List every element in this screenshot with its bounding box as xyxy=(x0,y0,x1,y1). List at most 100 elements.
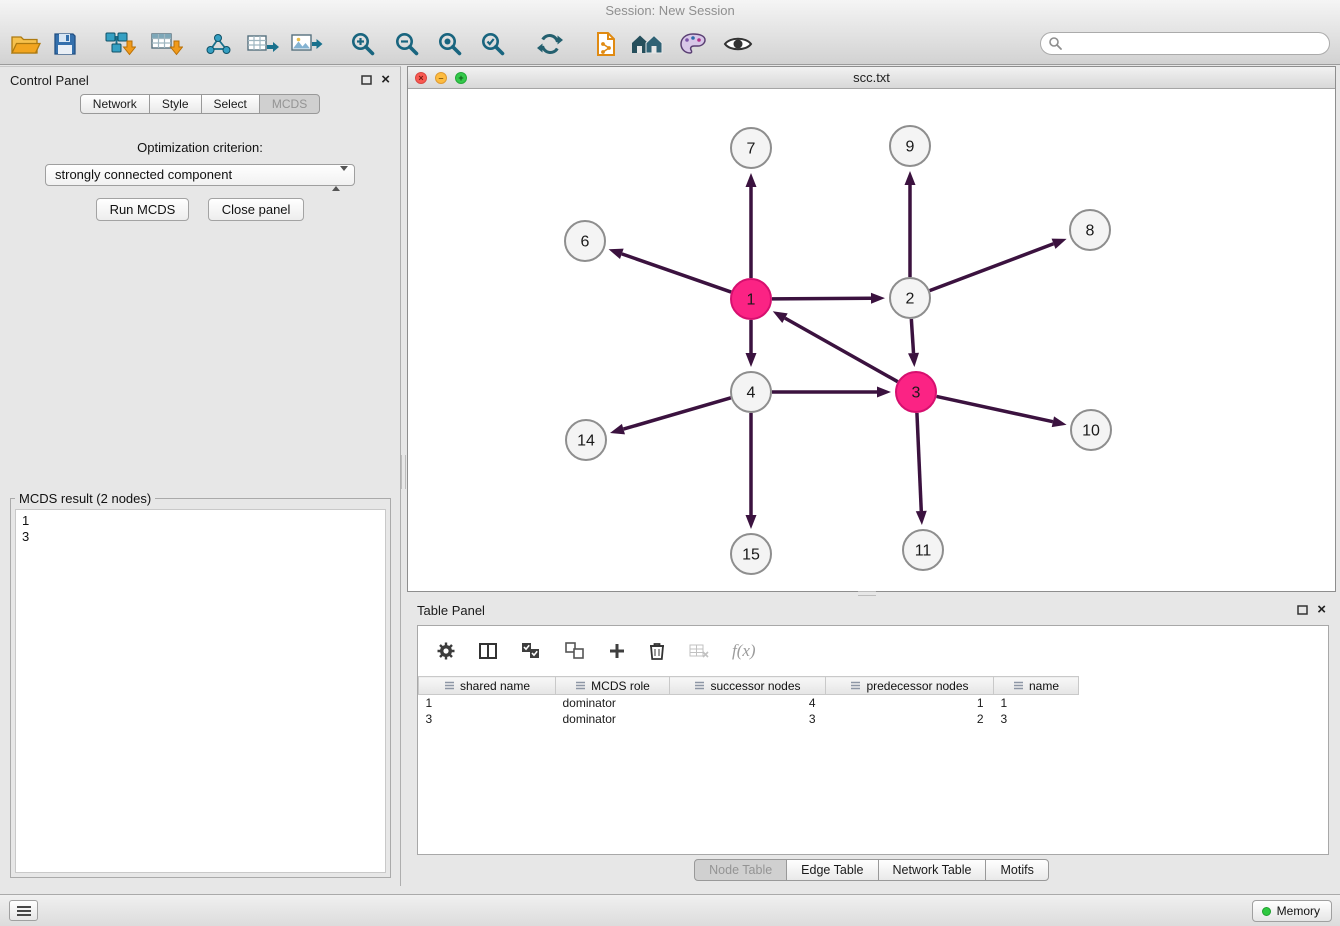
home-button[interactable] xyxy=(629,28,665,60)
tab-network[interactable]: Network xyxy=(80,94,150,114)
mcds-result-list[interactable]: 13 xyxy=(15,509,386,873)
graph-node-3[interactable]: 3 xyxy=(896,372,936,412)
network-graph[interactable]: 7 9 6 8 1 2 4 3 14 10 15 11 xyxy=(408,90,1335,592)
table-row[interactable]: 1dominator411 xyxy=(419,695,1079,711)
criterion-dropdown[interactable]: strongly connected component xyxy=(45,164,355,186)
graph-edge-3-1[interactable] xyxy=(773,311,898,381)
vertical-splitter-grip[interactable] xyxy=(401,455,406,489)
graph-node-2[interactable]: 2 xyxy=(890,278,930,318)
zoom-window-icon[interactable]: + xyxy=(455,72,467,84)
table-tab-node-table[interactable]: Node Table xyxy=(694,859,787,881)
zoom-out-button[interactable] xyxy=(389,28,425,60)
cell-shared_name[interactable]: 1 xyxy=(419,695,556,711)
cell-successor_nodes[interactable]: 3 xyxy=(670,711,826,727)
close-panel-icon[interactable]: × xyxy=(1317,604,1326,616)
graph-node-6[interactable]: 6 xyxy=(565,221,605,261)
zoom-fit-button[interactable] xyxy=(432,28,468,60)
export-table-button[interactable] xyxy=(244,28,280,60)
search-input[interactable] xyxy=(1068,34,1329,53)
cell-predecessor_nodes[interactable]: 1 xyxy=(826,695,994,711)
cell-mcds_role[interactable]: dominator xyxy=(556,695,670,711)
network-window-titlebar[interactable]: × – + scc.txt xyxy=(408,67,1335,89)
graph-node-7[interactable]: 7 xyxy=(731,128,771,168)
svg-text:11: 11 xyxy=(915,543,932,560)
column-header-successor_nodes[interactable]: successor nodes xyxy=(670,677,826,695)
graph-edge-2-8[interactable] xyxy=(930,239,1067,291)
close-panel-icon[interactable]: × xyxy=(381,74,390,86)
close-panel-button[interactable]: Close panel xyxy=(208,198,305,221)
cell-name[interactable]: 3 xyxy=(994,711,1079,727)
column-header-predecessor_nodes[interactable]: predecessor nodes xyxy=(826,677,994,695)
minimize-window-icon[interactable]: – xyxy=(435,72,447,84)
memory-status-icon xyxy=(1262,907,1271,916)
column-header-shared_name[interactable]: shared name xyxy=(419,677,556,695)
zoom-in-button[interactable] xyxy=(345,28,381,60)
control-panel-tabs: NetworkStyleSelectMCDS xyxy=(0,94,400,114)
style-palette-button[interactable] xyxy=(675,28,711,60)
show-task-history-button[interactable] xyxy=(9,900,38,921)
close-window-icon[interactable]: × xyxy=(415,72,427,84)
home-icon xyxy=(629,30,665,58)
tab-select[interactable]: Select xyxy=(201,94,260,114)
graph-node-11[interactable]: 11 xyxy=(903,530,943,570)
graph-node-10[interactable]: 10 xyxy=(1071,410,1111,450)
memory-button[interactable]: Memory xyxy=(1252,900,1332,922)
graph-edge-1-2[interactable] xyxy=(772,293,885,304)
graph-edge-2-3[interactable] xyxy=(908,319,919,367)
import-table-button[interactable] xyxy=(148,28,184,60)
graph-edge-2-9[interactable] xyxy=(905,171,916,277)
column-header-name[interactable]: name xyxy=(994,677,1079,695)
graph-node-4[interactable]: 4 xyxy=(731,372,771,412)
cell-name[interactable]: 1 xyxy=(994,695,1079,711)
zoom-out-icon xyxy=(392,30,422,58)
graph-node-9[interactable]: 9 xyxy=(890,126,930,166)
table-tab-motifs[interactable]: Motifs xyxy=(985,859,1048,881)
save-session-button[interactable] xyxy=(47,28,83,60)
graph-edge-1-7[interactable] xyxy=(746,173,757,278)
graph-node-1[interactable]: 1 xyxy=(731,279,771,319)
delete-table-button[interactable] xyxy=(688,642,710,660)
graph-node-14[interactable]: 14 xyxy=(566,420,606,460)
create-column-button[interactable] xyxy=(608,642,626,660)
graph-node-15[interactable]: 15 xyxy=(731,534,771,574)
graph-node-8[interactable]: 8 xyxy=(1070,210,1110,250)
table-tab-edge-table[interactable]: Edge Table xyxy=(786,859,878,881)
refresh-button[interactable] xyxy=(532,28,568,60)
delete-column-button[interactable] xyxy=(648,641,666,661)
show-details-button[interactable] xyxy=(720,28,756,60)
open-session-button[interactable] xyxy=(7,28,43,60)
graph-edge-3-10[interactable] xyxy=(937,396,1067,427)
export-image-button[interactable] xyxy=(288,28,324,60)
table-tab-network-table[interactable]: Network Table xyxy=(878,859,987,881)
deselect-all-columns-button[interactable] xyxy=(564,642,586,660)
function-builder-button[interactable]: f(x) xyxy=(732,641,756,661)
cell-predecessor_nodes[interactable]: 2 xyxy=(826,711,994,727)
column-label: successor nodes xyxy=(710,679,800,693)
horizontal-splitter-grip[interactable] xyxy=(858,591,876,596)
network-canvas[interactable]: 7 9 6 8 1 2 4 3 14 10 15 11 xyxy=(408,90,1335,591)
select-all-columns-button[interactable] xyxy=(520,642,542,660)
graph-edge-3-11[interactable] xyxy=(916,413,927,525)
cell-mcds_role[interactable]: dominator xyxy=(556,711,670,727)
document-share-button[interactable] xyxy=(588,28,624,60)
graph-edge-1-4[interactable] xyxy=(746,320,757,367)
graph-edge-4-15[interactable] xyxy=(746,413,757,529)
import-network-button[interactable] xyxy=(101,28,137,60)
table-row[interactable]: 3dominator323 xyxy=(419,711,1079,727)
network-tool-button[interactable] xyxy=(201,28,237,60)
float-panel-icon[interactable] xyxy=(361,75,372,85)
cell-shared_name[interactable]: 3 xyxy=(419,711,556,727)
zoom-selected-button[interactable] xyxy=(475,28,511,60)
graph-edge-4-14[interactable] xyxy=(610,398,731,435)
tab-style[interactable]: Style xyxy=(149,94,202,114)
tab-mcds[interactable]: MCDS xyxy=(259,94,320,114)
table-settings-button[interactable] xyxy=(436,641,456,661)
column-header-mcds_role[interactable]: MCDS role xyxy=(556,677,670,695)
graph-edge-1-6[interactable] xyxy=(609,249,732,292)
search-field[interactable] xyxy=(1040,32,1330,55)
graph-edge-4-3[interactable] xyxy=(772,387,891,398)
float-panel-icon[interactable] xyxy=(1297,605,1308,615)
run-mcds-button[interactable]: Run MCDS xyxy=(96,198,190,221)
cell-successor_nodes[interactable]: 4 xyxy=(670,695,826,711)
show-columns-button[interactable] xyxy=(478,642,498,660)
